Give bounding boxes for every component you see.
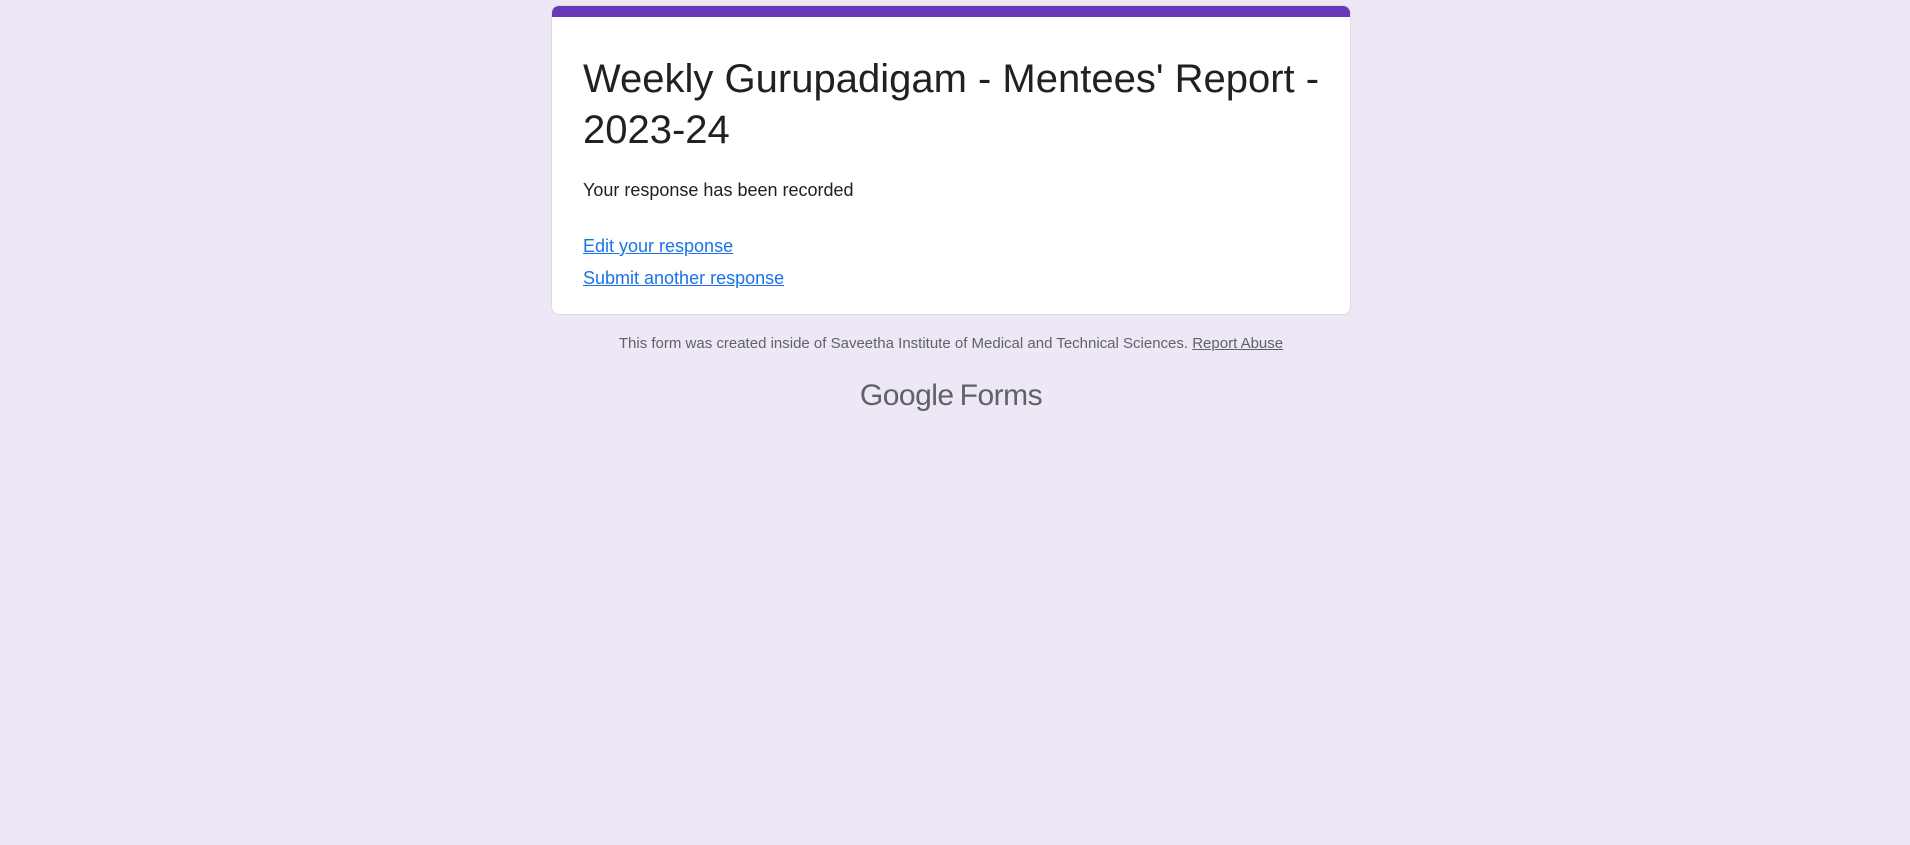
report-abuse-link[interactable]: Report Abuse <box>1192 335 1283 352</box>
forms-wordmark: Forms <box>959 379 1043 412</box>
page: { "form": { "title": "Weekly Gurupadigam… <box>0 0 1910 845</box>
form-footer: This form was created inside of Saveetha… <box>551 333 1351 355</box>
submit-another-response-link[interactable]: Submit another response <box>583 266 784 290</box>
google-forms-logo[interactable]: Google Forms <box>551 378 1351 414</box>
footer-created-text: This form was created inside of Saveetha… <box>618 335 1189 352</box>
confirmation-message: Your response has been recorded <box>583 180 854 200</box>
edit-response-link[interactable]: Edit your response <box>583 234 733 258</box>
form-accent-bar <box>552 6 1350 17</box>
form-card: Weekly Gurupadigam - Mentees' Report - 2… <box>551 5 1351 315</box>
google-wordmark: Google <box>859 379 954 412</box>
form-title: Weekly Gurupadigam - Mentees' Report - 2… <box>583 57 1320 152</box>
